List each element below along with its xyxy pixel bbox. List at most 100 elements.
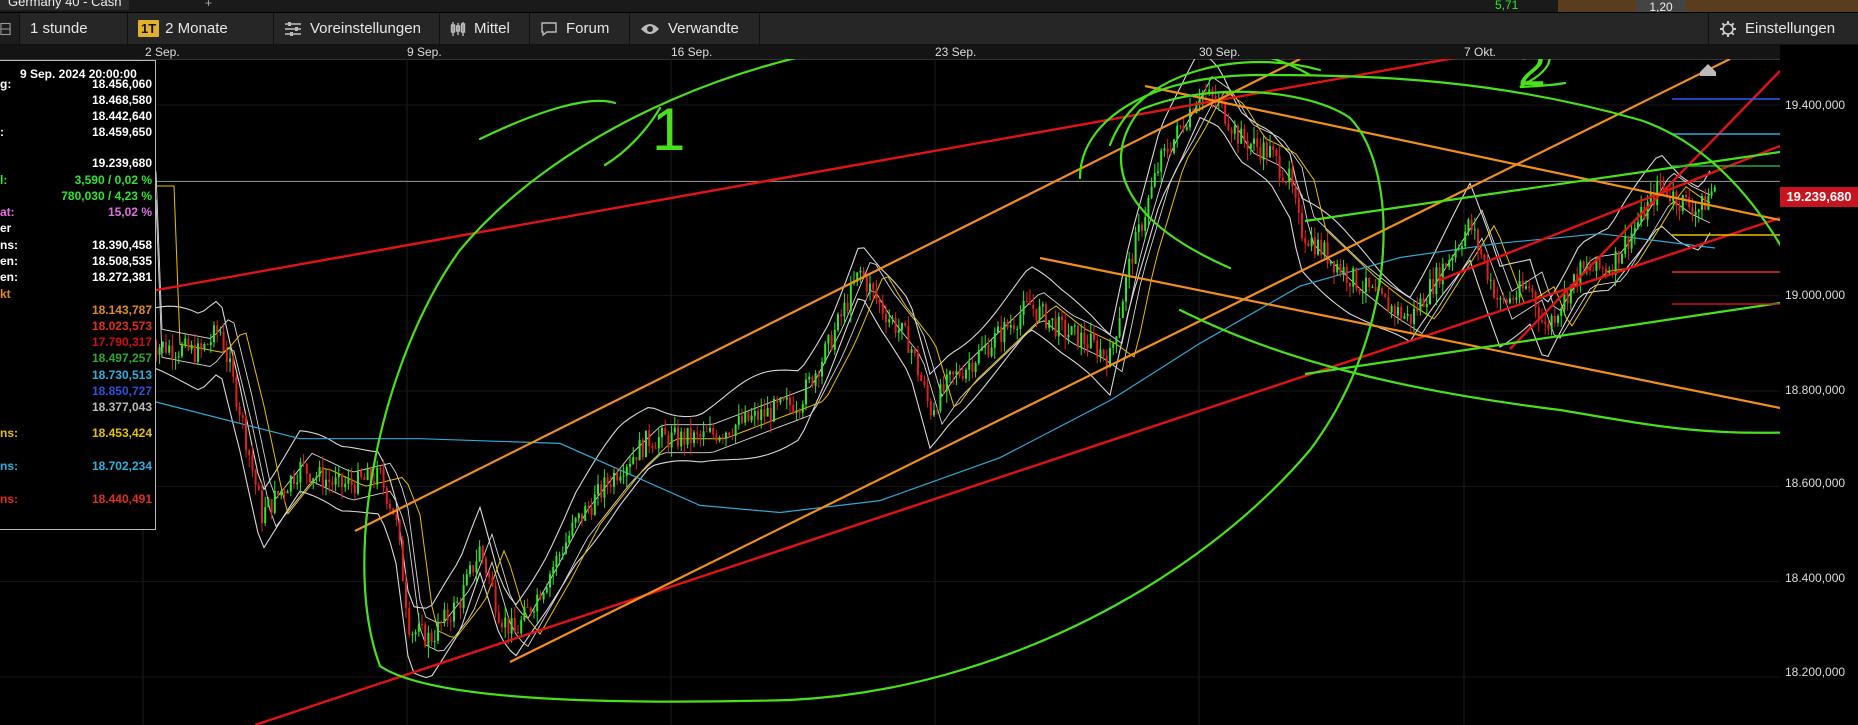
candle-body: [1477, 229, 1479, 250]
candle-body: [1461, 246, 1463, 249]
candle-body: [1400, 306, 1403, 319]
candle-body: [241, 415, 244, 418]
candle-body: [1275, 150, 1278, 156]
candle-body: [456, 601, 459, 603]
candle-body: [971, 362, 974, 372]
candle-body: [721, 437, 724, 439]
candle-body: [1006, 321, 1009, 328]
candle-body: [264, 507, 267, 524]
wave-2-annotation[interactable]: 2: [1518, 59, 1546, 96]
candle-body: [376, 467, 379, 485]
candle-body: [1637, 222, 1639, 228]
info-row-value: 18.456,060: [91, 77, 152, 91]
candle-body: [568, 535, 571, 543]
candle-body: [517, 632, 519, 634]
candle-body: [229, 358, 231, 363]
candle-body: [1179, 125, 1182, 127]
candle-body: [1553, 315, 1556, 323]
candle-body: [446, 609, 449, 621]
info-row-key: en:: [0, 270, 18, 284]
candle-body: [958, 371, 961, 376]
candle-body: [1662, 185, 1665, 188]
candle-body: [654, 447, 657, 449]
price-chart[interactable]: 1 2: [0, 59, 1780, 725]
long-ma-line: [149, 233, 1716, 514]
average-button[interactable]: Mittel: [440, 13, 530, 44]
candle-body: [366, 468, 369, 480]
candle-body: [472, 565, 475, 573]
instrument-tab[interactable]: Germany 40 - Cash: [0, 0, 130, 10]
candle-body: [1285, 182, 1287, 184]
candle-body: [1419, 298, 1422, 312]
candle-body: [529, 607, 532, 613]
candle-body: [1464, 231, 1467, 247]
candle-body: [933, 410, 935, 416]
candle-body: [1374, 286, 1377, 291]
orange-trendline: [354, 59, 1301, 532]
candle-body: [725, 432, 727, 438]
candle-body: [593, 494, 596, 515]
data-window-panel[interactable]: 9 Sep. 2024 20:00:00 g: 18.456,060 18.468,…: [0, 60, 156, 530]
candle-body: [565, 542, 567, 554]
wave-1-annotation[interactable]: 1: [652, 96, 685, 163]
candle-body: [1067, 334, 1070, 338]
candle-body: [1253, 138, 1255, 144]
info-row-key: ns:: [0, 426, 18, 440]
candle-body: [549, 574, 551, 588]
info-row-value: 17.790,317: [91, 335, 152, 349]
candle-body: [449, 620, 452, 622]
candle-body: [200, 343, 203, 349]
candle-body: [494, 585, 497, 613]
candle-body: [360, 470, 363, 478]
candle-body: [1003, 321, 1006, 343]
trendline-drawings[interactable]: [0, 59, 1780, 725]
candle-body: [1425, 304, 1428, 308]
candle-body: [379, 467, 382, 470]
forum-button[interactable]: Forum: [530, 13, 630, 44]
candle-body: [171, 345, 174, 359]
alert-marker-icon[interactable]: [1700, 64, 1716, 76]
candle-body: [619, 476, 622, 481]
candle-body: [1041, 304, 1044, 307]
presets-button[interactable]: Voreinstellungen: [274, 13, 440, 44]
candle-body: [1467, 219, 1470, 232]
info-row-key: ns:: [0, 459, 18, 473]
layout-grid-button[interactable]: [0, 13, 20, 44]
candle-body: [1131, 258, 1134, 264]
candle-body: [222, 331, 225, 350]
candle-body: [1035, 308, 1038, 321]
candle-body: [411, 634, 414, 636]
range-select[interactable]: 1T 2 Monate: [128, 13, 274, 44]
candle-body: [670, 432, 673, 448]
candle-body: [1413, 308, 1415, 324]
candle-body: [1125, 277, 1127, 302]
candle-body: [952, 371, 955, 375]
info-row-key: er: [0, 221, 12, 235]
candle-body: [1016, 328, 1019, 330]
candle-body: [347, 478, 350, 484]
related-button[interactable]: Verwandte: [630, 13, 760, 44]
candle-body: [478, 546, 481, 562]
candle-body: [894, 318, 897, 333]
candle-body: [357, 470, 359, 494]
candle-body: [1355, 267, 1358, 290]
info-row: 18.442,640: [0, 109, 152, 125]
candle-body: [1336, 263, 1339, 273]
interval-select[interactable]: 1 stunde: [20, 13, 128, 44]
date-label: 7 Okt.: [1464, 45, 1497, 59]
info-row-value: 18.850,727: [91, 384, 152, 398]
candle-body: [1281, 177, 1284, 183]
settings-button[interactable]: Einstellungen: [1708, 13, 1858, 44]
candle-body: [1045, 304, 1047, 329]
candle-body: [577, 513, 580, 519]
info-row-value: 19.239,680: [91, 156, 152, 170]
candle-body: [693, 432, 695, 444]
candle-body: [1048, 320, 1051, 329]
candle-body: [1157, 171, 1159, 174]
candle-body: [1249, 143, 1252, 150]
candle-body: [331, 482, 334, 485]
quote-bar-right: [1686, 0, 1858, 12]
add-tab-icon[interactable]: +: [205, 0, 212, 10]
candle-body: [1518, 281, 1521, 298]
candle-body: [1297, 197, 1300, 213]
